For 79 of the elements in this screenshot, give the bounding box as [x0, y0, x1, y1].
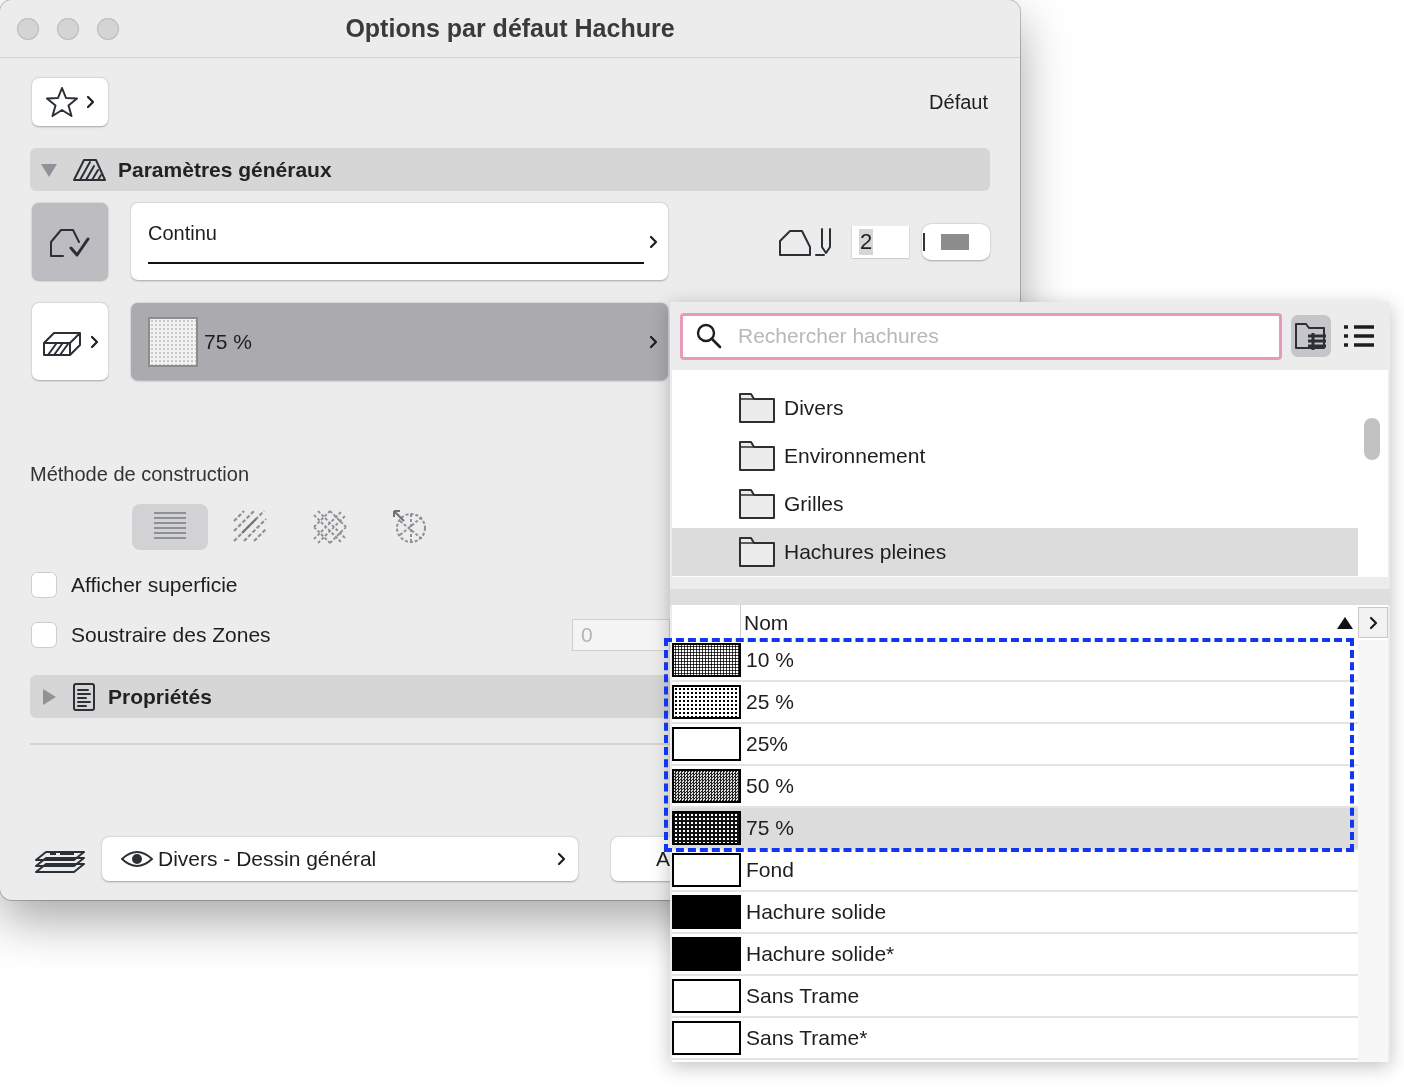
- hatch-name: 50 %: [746, 774, 794, 798]
- columns-button[interactable]: [1358, 607, 1388, 638]
- folder-row[interactable]: Environnement: [672, 432, 1358, 480]
- window-control-button[interactable]: [17, 17, 39, 40]
- crosshatch-icon: [312, 509, 348, 545]
- preset-label: Défaut: [929, 90, 989, 114]
- contour-toggle-button[interactable]: [32, 203, 108, 280]
- section-header[interactable]: Paramètres généraux: [30, 148, 990, 191]
- pen-color-button[interactable]: [922, 223, 990, 260]
- checkbox-label: Soustraire des Zones: [71, 623, 271, 647]
- window-title: Options par défaut Hachure: [345, 14, 675, 43]
- hatch-name: Sans Trame*: [746, 1026, 868, 1050]
- checkbox-label: Afficher superficie: [71, 573, 238, 597]
- hatch-swatch-icon: [672, 811, 741, 845]
- document-icon: [72, 681, 96, 712]
- pen-icon: [778, 226, 834, 257]
- hatch-row[interactable]: 25%: [672, 724, 1358, 766]
- chevron-icon: [649, 334, 658, 349]
- section-title: Propriétés: [108, 684, 212, 709]
- folder-icon: [738, 488, 776, 520]
- folder-row[interactable]: Divers: [672, 384, 1358, 432]
- folder-row[interactable]: Grilles: [672, 480, 1358, 528]
- search-field[interactable]: Rechercher hachures: [680, 312, 1282, 360]
- window-control-button[interactable]: [97, 17, 119, 40]
- line-preview-icon: [148, 261, 644, 265]
- folder-icon: [738, 392, 776, 424]
- chevron-icon: [557, 852, 566, 866]
- hatch-row[interactable]: 25 %: [672, 682, 1358, 724]
- checkbox[interactable]: [31, 622, 57, 648]
- hatch-name: 25%: [746, 732, 789, 756]
- folder-icon: [738, 440, 776, 472]
- folder-list-icon: [1294, 320, 1328, 352]
- hatch-row[interactable]: Sans Trame*: [672, 1018, 1358, 1060]
- hatch-row[interactable]: 75 %: [672, 808, 1358, 850]
- partial-button[interactable]: A: [611, 837, 670, 881]
- hatch-name: 75 %: [746, 816, 794, 840]
- fill-category-button[interactable]: [32, 303, 108, 380]
- section-header[interactable]: Propriétés: [30, 675, 670, 718]
- chevron-icon: [1368, 615, 1378, 630]
- hatch-row[interactable]: 10 %: [672, 640, 1358, 682]
- hatch-row[interactable]: Fond: [672, 850, 1358, 892]
- folder-icon: [738, 536, 776, 568]
- folder-row[interactable]: Hachures pleines: [672, 528, 1358, 576]
- hatch-row[interactable]: Hachure solide*: [672, 934, 1358, 976]
- pen-color-icon: [923, 231, 971, 252]
- hatch-name: Hachure solide*: [746, 942, 895, 966]
- hatch-row[interactable]: Sans Trame: [672, 976, 1358, 1018]
- hatch-name: Fond: [746, 858, 794, 882]
- chevron-icon: [85, 95, 95, 109]
- list-icon: [1342, 324, 1376, 348]
- hatch-name: 25 %: [746, 690, 794, 714]
- hatch-swatch-icon: [672, 937, 741, 971]
- fill-swatch-icon: [148, 316, 198, 367]
- section-title: Paramètres généraux: [118, 157, 332, 182]
- favorites-button[interactable]: [32, 78, 108, 126]
- construction-method-button[interactable]: [132, 504, 208, 550]
- window-control-button[interactable]: [57, 17, 79, 40]
- fill-type-field[interactable]: 75 %: [131, 303, 668, 380]
- pen-number-field[interactable]: 2: [852, 225, 909, 258]
- scrollbar-thumb[interactable]: [1364, 418, 1380, 460]
- hatch-name: 10 %: [746, 648, 794, 672]
- hatch-swatch-icon: [672, 769, 741, 803]
- checkbox[interactable]: [31, 572, 57, 598]
- line-type-name: Continu: [148, 222, 217, 245]
- layer-button[interactable]: Divers - Dessin général: [102, 837, 578, 881]
- hatch-swatch-icon: [672, 895, 741, 929]
- star-icon: [45, 86, 78, 118]
- hatch-row[interactable]: Hachure solide: [672, 892, 1358, 934]
- radial-hatch-icon: [392, 509, 428, 545]
- expand-triangle-icon[interactable]: [40, 687, 58, 706]
- hatch-name: Hachure solide: [746, 900, 887, 924]
- chevron-icon: [89, 334, 99, 349]
- fill-type-name: 75 %: [204, 329, 252, 354]
- hatched-shape-icon: [72, 157, 106, 182]
- hatch-name: Sans Trame: [746, 984, 860, 1008]
- folder-view-button[interactable]: [1291, 315, 1331, 357]
- line-type-field[interactable]: Continu: [131, 203, 668, 280]
- chevron-icon: [649, 234, 658, 249]
- construction-label: Méthode de construction: [30, 462, 251, 486]
